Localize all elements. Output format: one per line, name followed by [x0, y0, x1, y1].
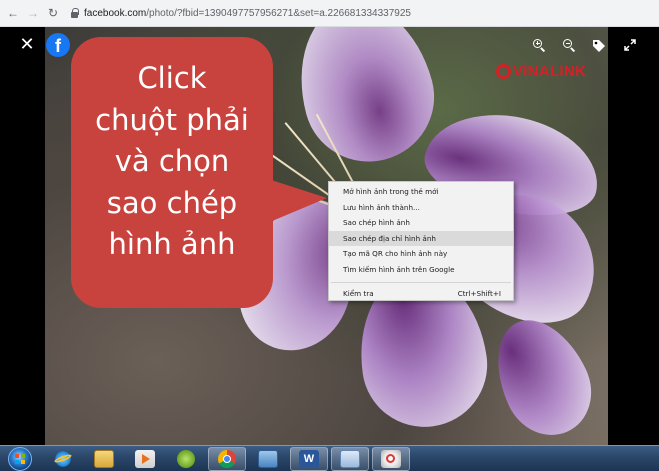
- address-bar[interactable]: facebook.com/photo/?fbid=139049775795627…: [70, 8, 411, 19]
- internet-explorer-icon: [53, 449, 73, 468]
- zoom-out-icon[interactable]: [561, 39, 577, 55]
- menu-item-label: Kiểm tra: [343, 288, 374, 298]
- taskbar-remote-desktop[interactable]: [249, 447, 287, 471]
- taskbar-unikey[interactable]: [167, 447, 205, 471]
- reload-icon[interactable]: ↻: [46, 6, 60, 20]
- window-icon: [340, 449, 360, 468]
- file-explorer-icon: [94, 449, 114, 468]
- taskbar-word[interactable]: W: [290, 446, 328, 471]
- media-player-icon: [135, 449, 155, 468]
- menu-item-search-google[interactable]: Tìm kiếm hình ảnh trên Google: [329, 262, 513, 278]
- menu-item-shortcut: Ctrl+Shift+I: [457, 288, 501, 298]
- menu-item-inspect[interactable]: Kiểm tra Ctrl+Shift+I: [329, 286, 513, 302]
- fullscreen-icon[interactable]: [622, 39, 638, 55]
- facebook-logo-icon[interactable]: f: [46, 33, 70, 57]
- taskbar-internet-explorer[interactable]: [44, 447, 82, 471]
- taskbar-window[interactable]: [331, 446, 369, 471]
- menu-item-label: Lưu hình ảnh thành...: [343, 202, 420, 212]
- word-icon: W: [299, 449, 319, 468]
- menu-item-save-image-as[interactable]: Lưu hình ảnh thành...: [329, 200, 513, 216]
- taskbar-file-explorer[interactable]: [85, 447, 123, 471]
- forward-arrow-icon[interactable]: →: [26, 6, 40, 20]
- callout-line: Click: [137, 61, 207, 95]
- menu-divider: [331, 281, 511, 283]
- lock-icon[interactable]: [70, 8, 79, 18]
- taskbar-media-player[interactable]: [126, 447, 164, 471]
- vinalink-logo-icon: [496, 64, 511, 79]
- snipping-tool-icon: [381, 449, 401, 468]
- menu-item-label: Tạo mã QR cho hình ảnh này: [343, 249, 448, 259]
- menu-item-label: Sao chép hình ảnh: [343, 218, 410, 228]
- menu-item-open-image-new-tab[interactable]: Mở hình ảnh trong thẻ mới: [329, 184, 513, 200]
- callout-line: chuột phải: [95, 102, 249, 137]
- remote-desktop-icon: [258, 449, 278, 468]
- petal: [478, 304, 607, 445]
- context-menu: Mở hình ảnh trong thẻ mới Lưu hình ảnh t…: [328, 181, 514, 301]
- menu-item-label: Tìm kiếm hình ảnh trên Google: [343, 264, 455, 274]
- back-arrow-icon[interactable]: ←: [6, 6, 20, 20]
- watermark-text: VINALINK: [513, 63, 587, 80]
- menu-item-copy-image-address[interactable]: Sao chép địa chỉ hình ảnh: [329, 230, 513, 247]
- tag-icon[interactable]: [591, 39, 607, 55]
- browser-toolbar: ← → ↻ facebook.com/photo/?fbid=139049775…: [0, 0, 659, 27]
- menu-item-label: Sao chép địa chỉ hình ảnh: [343, 233, 436, 243]
- close-icon[interactable]: ✕: [19, 35, 35, 53]
- url-host: facebook.com: [84, 7, 147, 19]
- callout-line: và chọn: [114, 144, 230, 178]
- callout-line: sao chép: [106, 185, 238, 220]
- zoom-in-icon[interactable]: [531, 39, 547, 55]
- menu-item-label: Mở hình ảnh trong thẻ mới: [343, 187, 439, 196]
- taskbar-chrome[interactable]: [208, 446, 246, 471]
- menu-item-copy-image[interactable]: Sao chép hình ảnh: [329, 215, 513, 231]
- screen: ← → ↻ facebook.com/photo/?fbid=139049775…: [0, 0, 659, 471]
- callout-line: hình ảnh: [108, 227, 236, 261]
- unikey-icon: [177, 449, 195, 468]
- chrome-icon: [218, 449, 236, 468]
- taskbar-snipping-tool[interactable]: [372, 446, 410, 471]
- url-path: /photo/?fbid=1390497757956271&set=a.2266…: [146, 7, 411, 19]
- petal: [281, 27, 449, 177]
- windows-start-icon[interactable]: [8, 446, 32, 471]
- callout-text: Click chuột phải và chọn sao chép hình ả…: [71, 58, 273, 266]
- taskbar: W: [0, 445, 659, 471]
- vinalink-watermark: VINALINK: [496, 63, 586, 80]
- menu-item-create-qr-code[interactable]: Tạo mã QR cho hình ảnh này: [329, 246, 513, 262]
- callout-tail: [265, 178, 327, 224]
